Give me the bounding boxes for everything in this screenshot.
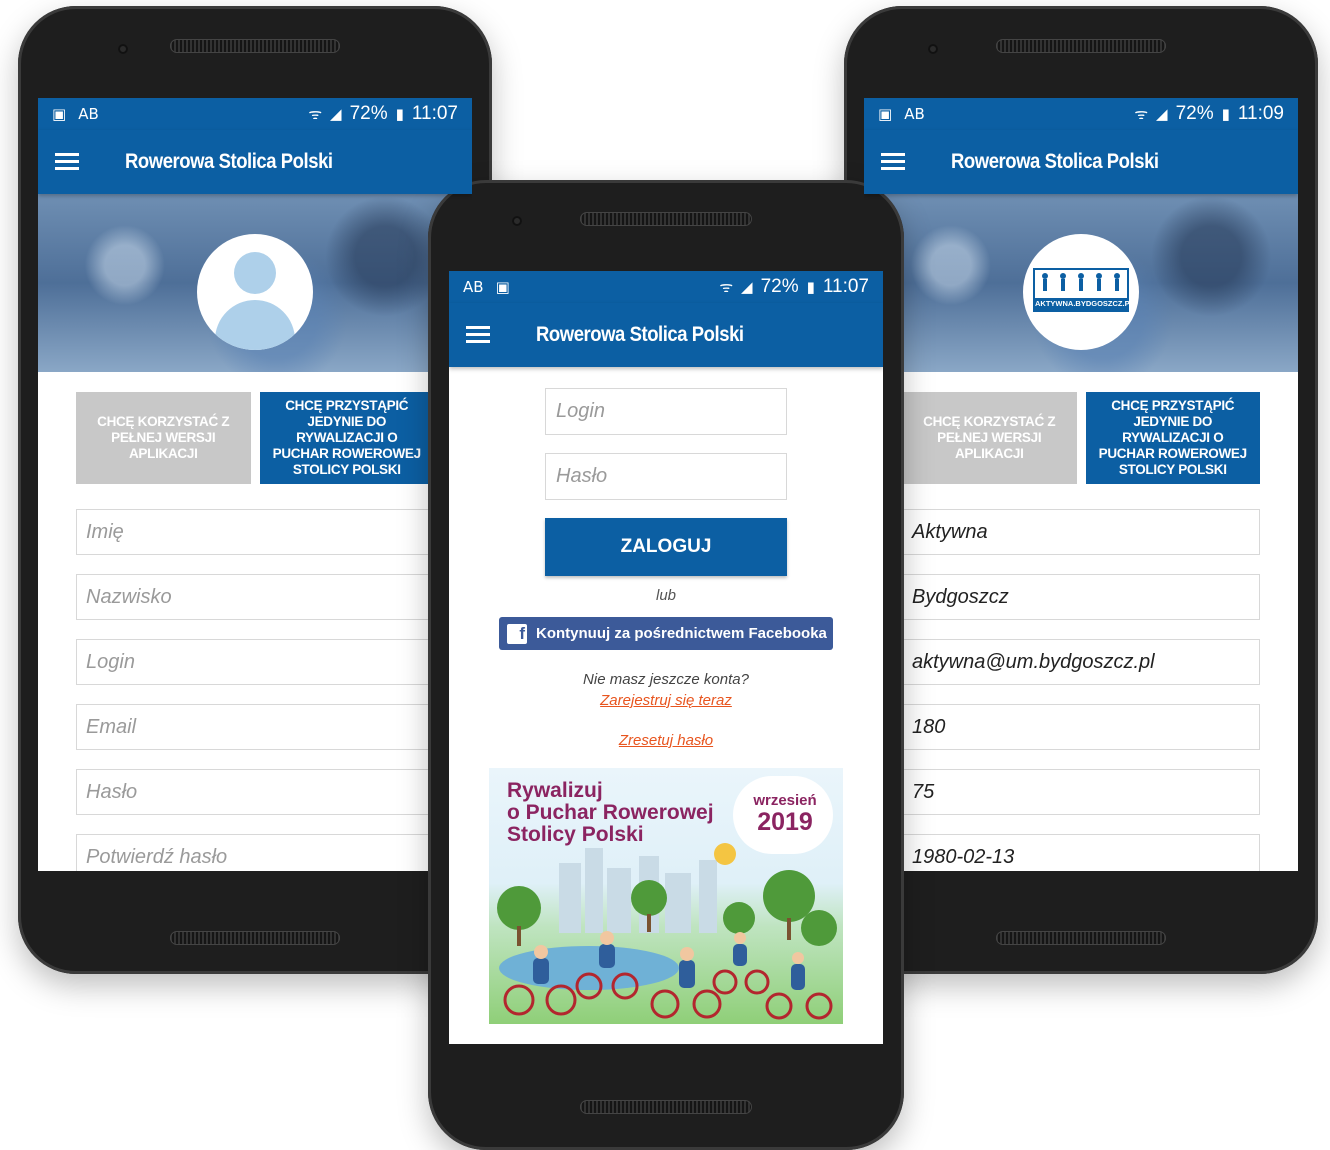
banner-title: Rywalizuj o Puchar Rowerowej Stolicy Pol… bbox=[507, 779, 714, 846]
register-link[interactable]: Zarejestruj się teraz bbox=[449, 692, 883, 709]
status-bar: ▣ AB ᯤ ◢ 72% ▮ 11:07 bbox=[38, 98, 472, 130]
screen: ▣ AB ᯤ ◢ 72% ▮ 11:07 Rowerowa Stolica Pol… bbox=[38, 98, 472, 871]
athletes-icon bbox=[1042, 273, 1120, 291]
first-name-field[interactable]: Imię bbox=[76, 509, 434, 555]
login-input[interactable]: Login bbox=[545, 388, 787, 435]
height-field[interactable]: 180 bbox=[902, 704, 1260, 750]
app-bar: Rowerowa Stolica Polski bbox=[449, 303, 883, 367]
ab-icon: AB bbox=[904, 105, 925, 123]
phone-right: ▣ AB ᯤ ◢ 72% ▮ 11:09 Rowerowa Stolica Pol… bbox=[844, 6, 1318, 974]
confirm-password-field[interactable]: Potwierdź hasło bbox=[76, 834, 434, 871]
app-bar: Rowerowa Stolica Polski bbox=[864, 130, 1298, 194]
signal-icon: ◢ bbox=[330, 105, 342, 123]
battery-icon: ▮ bbox=[1221, 105, 1230, 123]
wifi-icon: ᯤ bbox=[308, 105, 323, 123]
signal-icon: ◢ bbox=[1156, 105, 1168, 123]
speaker-grille bbox=[996, 39, 1166, 53]
camera bbox=[512, 216, 522, 226]
logo-text: AKTYWNA.BYDGOSZCZ.PL bbox=[1035, 298, 1135, 310]
clock: 11:07 bbox=[822, 276, 869, 297]
screen: ▣ AB ᯤ ◢ 72% ▮ 11:09 Rowerowa Stolica Pol… bbox=[864, 98, 1298, 871]
phone-left: ▣ AB ᯤ ◢ 72% ▮ 11:07 Rowerowa Stolica Pol… bbox=[18, 6, 492, 974]
first-name-field[interactable]: Aktywna bbox=[902, 509, 1260, 555]
email-field[interactable]: aktywna@um.bydgoszcz.pl bbox=[902, 639, 1260, 685]
wifi-icon: ᯤ bbox=[719, 278, 734, 296]
facebook-button-label: Kontynuuj za pośrednictwem Facebooka bbox=[536, 625, 827, 642]
speaker-grille bbox=[170, 931, 340, 945]
profile-header bbox=[38, 194, 472, 372]
clock: 11:07 bbox=[411, 103, 458, 124]
phone-center: AB ▣ ᯤ ◢ 72% ▮ 11:07 Rowerowa Stolica Pol… bbox=[428, 180, 904, 1150]
battery-icon: ▮ bbox=[806, 278, 815, 296]
hamburger-icon[interactable] bbox=[466, 326, 490, 344]
last-name-field[interactable]: Bydgoszcz bbox=[902, 574, 1260, 620]
battery-percent: 72% bbox=[1175, 103, 1214, 124]
or-label: lub bbox=[655, 587, 677, 604]
battery-percent: 72% bbox=[349, 103, 388, 124]
app-title: Rowerowa Stolica Polski bbox=[951, 150, 1159, 173]
speaker-grille bbox=[996, 931, 1166, 945]
profile-header: AKTYWNA.BYDGOSZCZ.PL bbox=[864, 194, 1298, 372]
battery-icon: ▮ bbox=[395, 105, 404, 123]
password-input[interactable]: Hasło bbox=[545, 453, 787, 500]
ab-icon: AB bbox=[78, 105, 99, 123]
banner-month: wrzesień bbox=[753, 792, 817, 809]
compete-only-button[interactable]: CHCĘ PRZYSTĄPIĆ JEDYNIE DO RYWALIZACJI O… bbox=[259, 392, 434, 484]
wifi-icon: ᯤ bbox=[1134, 105, 1149, 123]
full-version-button[interactable]: CHCĘ KORZYSTAĆ Z PEŁNEJ WERSJI APLIKACJI bbox=[902, 392, 1077, 484]
app-bar: Rowerowa Stolica Polski bbox=[38, 130, 472, 194]
speaker-grille bbox=[580, 1100, 752, 1114]
hamburger-icon[interactable] bbox=[881, 153, 905, 171]
facebook-icon: f bbox=[507, 623, 527, 644]
avatar-icon[interactable] bbox=[197, 234, 313, 350]
app-title: Rowerowa Stolica Polski bbox=[125, 150, 333, 173]
speaker-grille bbox=[580, 212, 752, 226]
screen: AB ▣ ᯤ ◢ 72% ▮ 11:07 Rowerowa Stolica Pol… bbox=[449, 271, 883, 1044]
facebook-login-button[interactable]: f Kontynuuj za pośrednictwem Facebooka bbox=[499, 617, 833, 650]
app-title: Rowerowa Stolica Polski bbox=[536, 323, 744, 346]
mode-buttons: CHCĘ KORZYSTAĆ Z PEŁNEJ WERSJI APLIKACJI… bbox=[76, 392, 434, 484]
weight-field[interactable]: 75 bbox=[902, 769, 1260, 815]
banner-year: 2019 bbox=[757, 808, 813, 836]
battery-percent: 72% bbox=[760, 276, 799, 297]
status-bar: ▣ AB ᯤ ◢ 72% ▮ 11:09 bbox=[864, 98, 1298, 130]
full-version-button[interactable]: CHCĘ KORZYSTAĆ Z PEŁNEJ WERSJI APLIKACJI bbox=[76, 392, 251, 484]
compete-only-button[interactable]: CHCĘ PRZYSTĄPIĆ JEDYNIE DO RYWALIZACJI O… bbox=[1085, 392, 1260, 484]
profile-logo[interactable]: AKTYWNA.BYDGOSZCZ.PL bbox=[1023, 234, 1139, 350]
signal-icon: ◢ bbox=[741, 278, 753, 296]
speaker-grille bbox=[170, 39, 340, 53]
last-name-field[interactable]: Nazwisko bbox=[76, 574, 434, 620]
image-icon: ▣ bbox=[52, 105, 67, 123]
hamburger-icon[interactable] bbox=[55, 153, 79, 171]
password-field[interactable]: Hasło bbox=[76, 769, 434, 815]
reset-password-link[interactable]: Zresetuj hasło bbox=[449, 732, 883, 749]
login-button[interactable]: ZALOGUJ bbox=[545, 518, 787, 576]
status-bar: AB ▣ ᯤ ◢ 72% ▮ 11:07 bbox=[449, 271, 883, 303]
mode-buttons: CHCĘ KORZYSTAĆ Z PEŁNEJ WERSJI APLIKACJI… bbox=[902, 392, 1260, 484]
image-icon: ▣ bbox=[878, 105, 893, 123]
camera bbox=[928, 44, 938, 54]
email-field[interactable]: Email bbox=[76, 704, 434, 750]
ab-icon: AB bbox=[463, 278, 484, 296]
aktywna-logo-icon: AKTYWNA.BYDGOSZCZ.PL bbox=[1033, 268, 1135, 312]
login-field[interactable]: Login bbox=[76, 639, 434, 685]
no-account-text: Nie masz jeszcze konta? bbox=[583, 671, 749, 688]
camera bbox=[118, 44, 128, 54]
clock: 11:09 bbox=[1237, 103, 1284, 124]
competition-banner[interactable]: Rywalizuj o Puchar Rowerowej Stolicy Pol… bbox=[489, 768, 843, 1024]
image-icon: ▣ bbox=[495, 278, 510, 296]
birth-date-field[interactable]: 1980-02-13 bbox=[902, 834, 1260, 871]
